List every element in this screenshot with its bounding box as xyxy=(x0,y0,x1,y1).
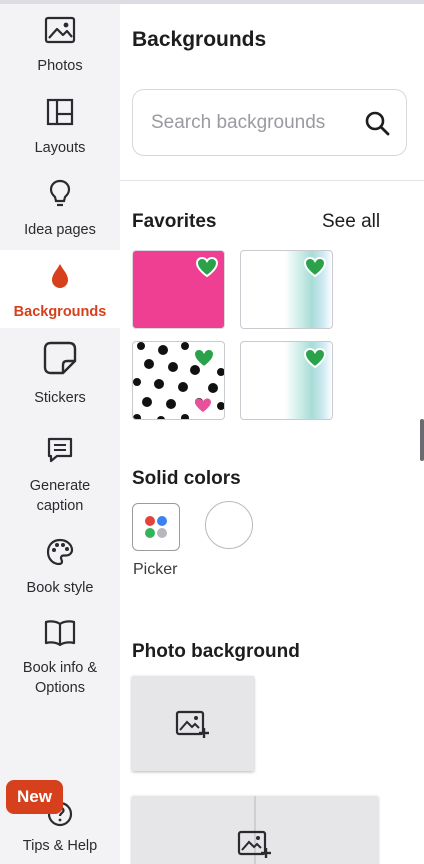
sidebar-item-label: Idea pages xyxy=(24,222,96,238)
favorite-tile-pink[interactable] xyxy=(132,250,225,329)
solid-colors-title: Solid colors xyxy=(132,468,241,489)
drop-icon xyxy=(42,258,78,294)
sidebar-item-label: Book style xyxy=(26,580,94,596)
sidebar-item-label-line1: Book info & xyxy=(22,660,98,676)
sidebar-item-stickers[interactable]: Stickers xyxy=(0,338,120,416)
search-input[interactable] xyxy=(151,110,356,136)
sidebar-item-layouts[interactable]: Layouts xyxy=(0,94,120,170)
search-icon[interactable] xyxy=(364,110,390,136)
sidebar-item-label-line2: Options xyxy=(35,680,85,696)
add-photo-background-button[interactable] xyxy=(132,676,254,771)
picker-label: Picker xyxy=(133,561,178,578)
panel-title: Backgrounds xyxy=(132,28,267,51)
sidebar-item-label: Stickers xyxy=(34,390,86,406)
sidebar-item-label: Tips & Help xyxy=(22,838,98,854)
sidebar-item-label-line2: caption xyxy=(36,498,84,514)
heart-icon[interactable] xyxy=(195,256,219,278)
color-picker-button[interactable] xyxy=(132,503,180,551)
panel-resize-handle[interactable] xyxy=(420,419,424,461)
sidebar-item-label: Layouts xyxy=(34,140,86,156)
sidebar-item-backgrounds[interactable]: Backgrounds xyxy=(0,250,120,328)
search-box xyxy=(132,89,407,156)
see-all-link[interactable]: See all xyxy=(322,211,380,233)
sidebar-item-generate-caption[interactable]: Generate caption xyxy=(0,432,120,516)
divider xyxy=(120,180,424,181)
heart-icon[interactable] xyxy=(192,347,216,369)
layout-icon xyxy=(42,94,78,130)
sidebar-item-label-line1: Generate xyxy=(29,478,91,494)
palette-icon xyxy=(42,534,78,570)
add-image-icon xyxy=(175,708,211,740)
image-icon xyxy=(42,12,78,48)
heart-icon[interactable] xyxy=(303,347,327,369)
favorites-title: Favorites xyxy=(132,211,217,232)
color-dots-icon xyxy=(145,516,167,538)
heart-icon[interactable] xyxy=(303,256,327,278)
favorite-tile-polka-dots[interactable] xyxy=(132,341,225,420)
add-image-icon xyxy=(237,828,273,860)
new-badge: New xyxy=(6,780,63,814)
sidebar-item-book-info[interactable]: Book info & Options xyxy=(0,614,120,698)
photo-background-title: Photo background xyxy=(132,641,300,662)
sticker-icon xyxy=(42,338,78,378)
lightbulb-icon xyxy=(42,176,78,212)
favorite-tile-watercolor[interactable] xyxy=(240,250,333,329)
sidebar-item-book-style[interactable]: Book style xyxy=(0,534,120,604)
sidebar-item-label: Backgrounds xyxy=(13,304,107,320)
sidebar-item-photos[interactable]: Photos xyxy=(0,12,120,88)
caption-icon xyxy=(42,432,78,468)
add-spread-photo-background-button[interactable] xyxy=(132,796,378,864)
favorite-tile-watercolor-2[interactable] xyxy=(240,341,333,420)
sidebar-item-idea-pages[interactable]: Idea pages xyxy=(0,176,120,252)
white-color-swatch[interactable] xyxy=(205,501,253,549)
sidebar: Photos Layouts Idea pages Backgrounds St… xyxy=(0,4,120,864)
book-icon xyxy=(42,614,78,650)
sidebar-item-label: Photos xyxy=(37,58,83,74)
